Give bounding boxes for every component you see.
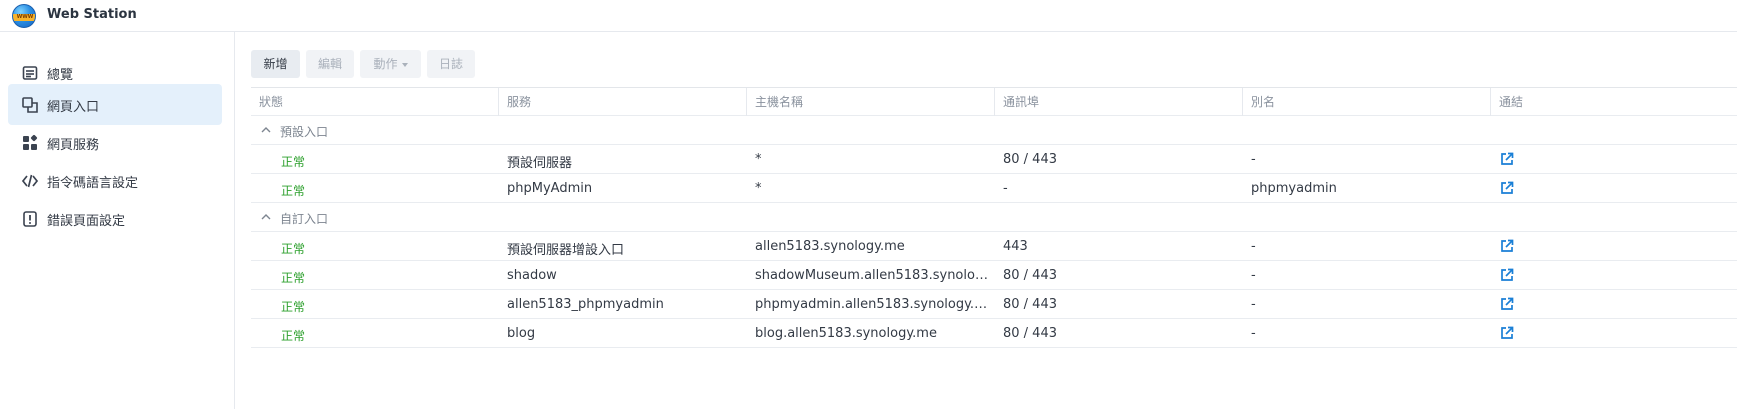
- column-header-hostname[interactable]: 主機名稱: [747, 88, 995, 116]
- hostname-cell: shadowMuseum.allen5183.synology....: [755, 268, 989, 283]
- chevron-up-icon[interactable]: [260, 211, 272, 223]
- service-cell: allen5183_phpmyadmin: [507, 297, 664, 312]
- sidebar: 總覽 網頁入口 網頁服務 指令碼語言設定 錯誤頁面設定: [0, 32, 235, 409]
- port-cell: 80 / 443: [1003, 268, 1057, 283]
- port-cell: -: [1003, 181, 1008, 196]
- table-header: 狀態 服務 主機名稱 通訊埠 別名 通結: [251, 87, 1737, 116]
- port-cell: 80 / 443: [1003, 297, 1057, 312]
- sidebar-item-error-page[interactable]: 錯誤頁面設定: [8, 198, 222, 239]
- status-text: 正常: [281, 242, 306, 256]
- sidebar-item-script-language[interactable]: 指令碼語言設定: [8, 160, 222, 201]
- hostname-cell: phpmyadmin.allen5183.synology.me: [755, 297, 989, 312]
- status-text: 正常: [281, 184, 306, 198]
- group-row-default[interactable]: 預設入口: [251, 116, 1737, 145]
- alias-cell: -: [1251, 326, 1256, 341]
- service-cell: phpMyAdmin: [507, 181, 593, 196]
- hostname-cell: *: [755, 181, 762, 196]
- sidebar-item-label: 網頁服務: [47, 138, 100, 153]
- create-button[interactable]: 新增: [251, 50, 300, 78]
- alias-cell: -: [1251, 297, 1256, 312]
- sidebar-item-label: 網頁入口: [47, 100, 100, 115]
- service-cell: 預設伺服器: [507, 156, 573, 171]
- status-text: 正常: [281, 271, 306, 285]
- status-text: 正常: [281, 329, 306, 343]
- alias-cell: -: [1251, 152, 1256, 167]
- open-link-icon[interactable]: [1500, 181, 1514, 195]
- column-header-alias[interactable]: 別名: [1243, 88, 1491, 116]
- sidebar-item-label: 錯誤頁面設定: [47, 214, 126, 229]
- group-row-custom[interactable]: 自訂入口: [251, 203, 1737, 232]
- table-row[interactable]: 正常 預設伺服器 * 80 / 443 -: [251, 145, 1737, 174]
- alias-cell: phpmyadmin: [1251, 181, 1337, 196]
- sidebar-item-web-service[interactable]: 網頁服務: [8, 122, 222, 163]
- open-link-icon[interactable]: [1500, 268, 1514, 282]
- alias-cell: -: [1251, 239, 1256, 254]
- group-label: 預設入口: [280, 125, 329, 139]
- service-cell: blog: [507, 326, 536, 341]
- edit-button[interactable]: 編輯: [306, 50, 354, 78]
- error-page-icon: [21, 210, 39, 228]
- main-content: 新增 編輯 動作 日誌 狀態 服務 主機名稱 通訊埠 別名 通結 預設入口 正常…: [236, 32, 1737, 409]
- column-header-link[interactable]: 通結: [1491, 88, 1737, 116]
- caret-down-icon: [401, 62, 408, 67]
- status-text: 正常: [281, 155, 306, 169]
- column-header-port[interactable]: 通訊埠: [995, 88, 1243, 116]
- open-link-icon[interactable]: [1500, 326, 1514, 340]
- port-cell: 80 / 443: [1003, 326, 1057, 341]
- table-row[interactable]: 正常 預設伺服器增設入口 allen5183.synology.me 443 -: [251, 232, 1737, 261]
- chevron-up-icon[interactable]: [260, 124, 272, 136]
- web-service-icon: [21, 134, 39, 152]
- column-header-status[interactable]: 狀態: [251, 88, 499, 116]
- port-cell: 443: [1003, 239, 1028, 254]
- service-cell: 預設伺服器增設入口: [507, 243, 625, 258]
- column-header-service[interactable]: 服務: [499, 88, 747, 116]
- code-icon: [21, 172, 39, 190]
- alias-cell: -: [1251, 268, 1256, 283]
- hostname-cell: allen5183.synology.me: [755, 239, 905, 254]
- overview-icon: [21, 64, 39, 82]
- service-cell: shadow: [507, 268, 557, 283]
- table-row[interactable]: 正常 shadow shadowMuseum.allen5183.synolog…: [251, 261, 1737, 290]
- table-row[interactable]: 正常 allen5183_phpmyadmin phpmyadmin.allen…: [251, 290, 1737, 319]
- action-button-label: 動作: [373, 57, 398, 71]
- port-cell: 80 / 443: [1003, 152, 1057, 167]
- sidebar-item-label: 指令碼語言設定: [47, 176, 139, 191]
- status-text: 正常: [281, 300, 306, 314]
- open-link-icon[interactable]: [1500, 239, 1514, 253]
- action-dropdown-button[interactable]: 動作: [360, 50, 421, 78]
- web-portal-icon: [21, 96, 39, 114]
- table-row[interactable]: 正常 phpMyAdmin * - phpmyadmin: [251, 174, 1737, 203]
- group-label: 自訂入口: [280, 212, 329, 226]
- app-title: Web Station: [47, 7, 137, 22]
- open-link-icon[interactable]: [1500, 297, 1514, 311]
- sidebar-item-web-portal[interactable]: 網頁入口: [8, 84, 222, 125]
- hostname-cell: *: [755, 152, 762, 167]
- open-link-icon[interactable]: [1500, 152, 1514, 166]
- title-bar: WWW Web Station: [0, 0, 1737, 32]
- log-button[interactable]: 日誌: [427, 50, 475, 78]
- web-station-logo-icon: WWW: [12, 4, 36, 28]
- table-row[interactable]: 正常 blog blog.allen5183.synology.me 80 / …: [251, 319, 1737, 348]
- hostname-cell: blog.allen5183.synology.me: [755, 326, 937, 341]
- sidebar-item-label: 總覽: [47, 68, 74, 83]
